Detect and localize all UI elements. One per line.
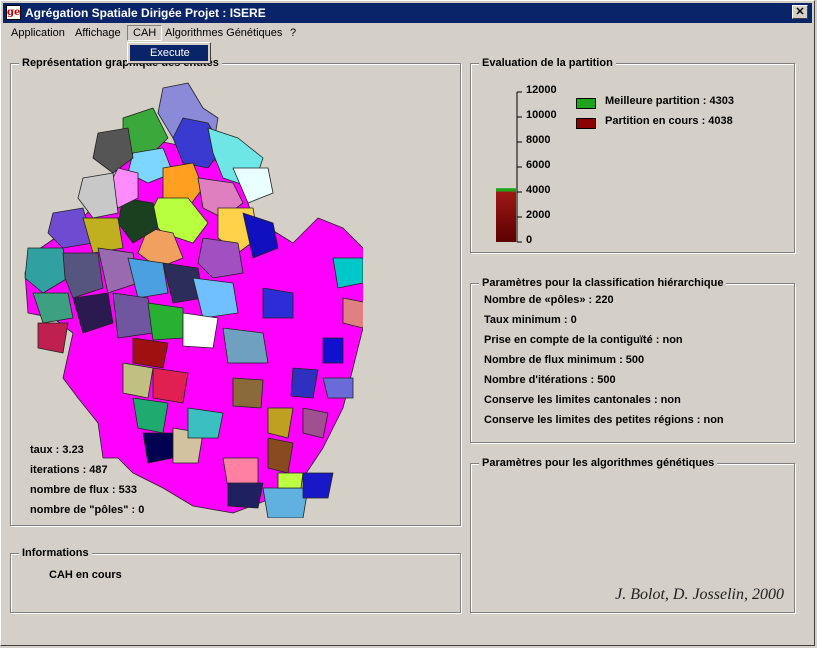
stat-taux: taux : 3.23 — [30, 444, 84, 456]
stat-iterations: iterations : 487 — [30, 464, 108, 476]
map-region-west-7 — [32, 292, 74, 324]
map-region-central-8 — [267, 437, 294, 474]
map-region-central-14 — [290, 367, 319, 399]
legend-swatch-current — [576, 118, 596, 129]
evaluation-panel: Evaluation de la partition 12000 10000 8… — [470, 56, 795, 253]
map-region-central-5 — [342, 297, 363, 329]
menu-bar: Application Affichage CAH Algorithmes Gé… — [3, 24, 812, 42]
tick-10000: 10000 — [526, 109, 557, 121]
tick-0: 0 — [526, 234, 533, 246]
map-region-central-7 — [302, 407, 329, 439]
menu-execute[interactable]: Execute — [130, 45, 208, 61]
credit-text: J. Bolot, D. Josselin, 2000 — [615, 586, 784, 603]
map-region-central-1 — [222, 327, 269, 364]
param-flux-minimum: Nombre de flux minimum : 500 — [484, 354, 645, 366]
bar-current-partition — [496, 191, 516, 242]
menu-application[interactable]: Application — [6, 25, 70, 41]
menu-cah[interactable]: CAH — [127, 25, 163, 41]
genetic-params-panel: Paramètres pour les algorithmes génétiqu… — [470, 456, 795, 613]
evaluation-panel-label: Evaluation de la partition — [479, 56, 616, 70]
legend-current-partition: Partition en cours : 4038 — [605, 115, 733, 127]
map-region-central-16 — [232, 377, 264, 409]
map-region-central-4 — [332, 257, 363, 289]
stat-nombre-poles: nombre de "pôles" : 0 — [30, 504, 145, 516]
param-limites-cantonales: Conserve les limites cantonales : non — [484, 394, 681, 406]
close-button[interactable]: ✕ — [792, 5, 808, 19]
tick-2000: 2000 — [526, 209, 551, 221]
param-taux-minimum: Taux minimum : 0 — [484, 314, 577, 326]
app-icon[interactable]: ge — [6, 5, 21, 20]
map-region-central-10 — [227, 482, 264, 509]
menu-help[interactable]: ? — [285, 25, 301, 41]
main-window: ge Agrégation Spatiale Dirigée Projet : … — [0, 0, 815, 646]
map-panel: Représentation graphique des entités tau… — [10, 56, 461, 526]
hierarchical-params-label: Paramètres pour la classification hiérar… — [479, 276, 727, 290]
map-region-west-16 — [132, 397, 169, 434]
tick-6000: 6000 — [526, 159, 551, 171]
info-message: CAH en cours — [49, 569, 122, 581]
map-region-central-13 — [277, 472, 304, 489]
param-iterations: Nombre d'itérations : 500 — [484, 374, 616, 386]
param-limites-petites-regions: Conserve les limites des petites régions… — [484, 414, 724, 426]
map-region-west-15 — [122, 362, 154, 399]
title-bar[interactable]: ge Agrégation Spatiale Dirigée Projet : … — [3, 3, 812, 23]
menu-algorithmes-genetiques[interactable]: Algorithmes Génétiques — [160, 25, 287, 41]
param-contiguite: Prise en compte de la contiguïté : non — [484, 334, 683, 346]
map-region-central-2 — [262, 287, 294, 319]
tick-4000: 4000 — [526, 184, 551, 196]
param-nombre-poles: Nombre de «pôles» : 220 — [484, 294, 614, 306]
window-title: Agrégation Spatiale Dirigée Projet : ISE… — [25, 6, 266, 20]
map-region-west-8 — [37, 322, 69, 354]
map-region-west-17 — [142, 432, 174, 464]
map-region-central-11 — [262, 487, 309, 518]
map-region-central-15 — [322, 377, 354, 399]
info-panel: Informations CAH en cours — [10, 546, 461, 613]
hierarchical-params-panel: Paramètres pour la classification hiérar… — [470, 276, 795, 443]
map-region-west-13 — [132, 337, 169, 369]
close-icon: ✕ — [795, 6, 805, 18]
cah-dropdown: Execute — [127, 42, 211, 64]
map-region-central-3 — [322, 337, 344, 364]
map-region-west-19 — [187, 407, 224, 439]
map-region-central-12 — [302, 472, 334, 499]
menu-affichage[interactable]: Affichage — [70, 25, 126, 41]
map-region-west-14 — [152, 367, 189, 404]
map-region-west-12 — [182, 312, 219, 349]
info-panel-label: Informations — [19, 546, 92, 560]
tick-12000: 12000 — [526, 84, 557, 96]
tick-8000: 8000 — [526, 134, 551, 146]
stat-nombre-flux: nombre de flux : 533 — [30, 484, 137, 496]
map-region-west-11 — [147, 302, 184, 341]
legend-best-partition: Meilleure partition : 4303 — [605, 95, 734, 107]
genetic-params-label: Paramètres pour les algorithmes génétiqu… — [479, 456, 718, 470]
map-region-west-10 — [112, 292, 154, 339]
legend-swatch-best — [576, 98, 596, 109]
